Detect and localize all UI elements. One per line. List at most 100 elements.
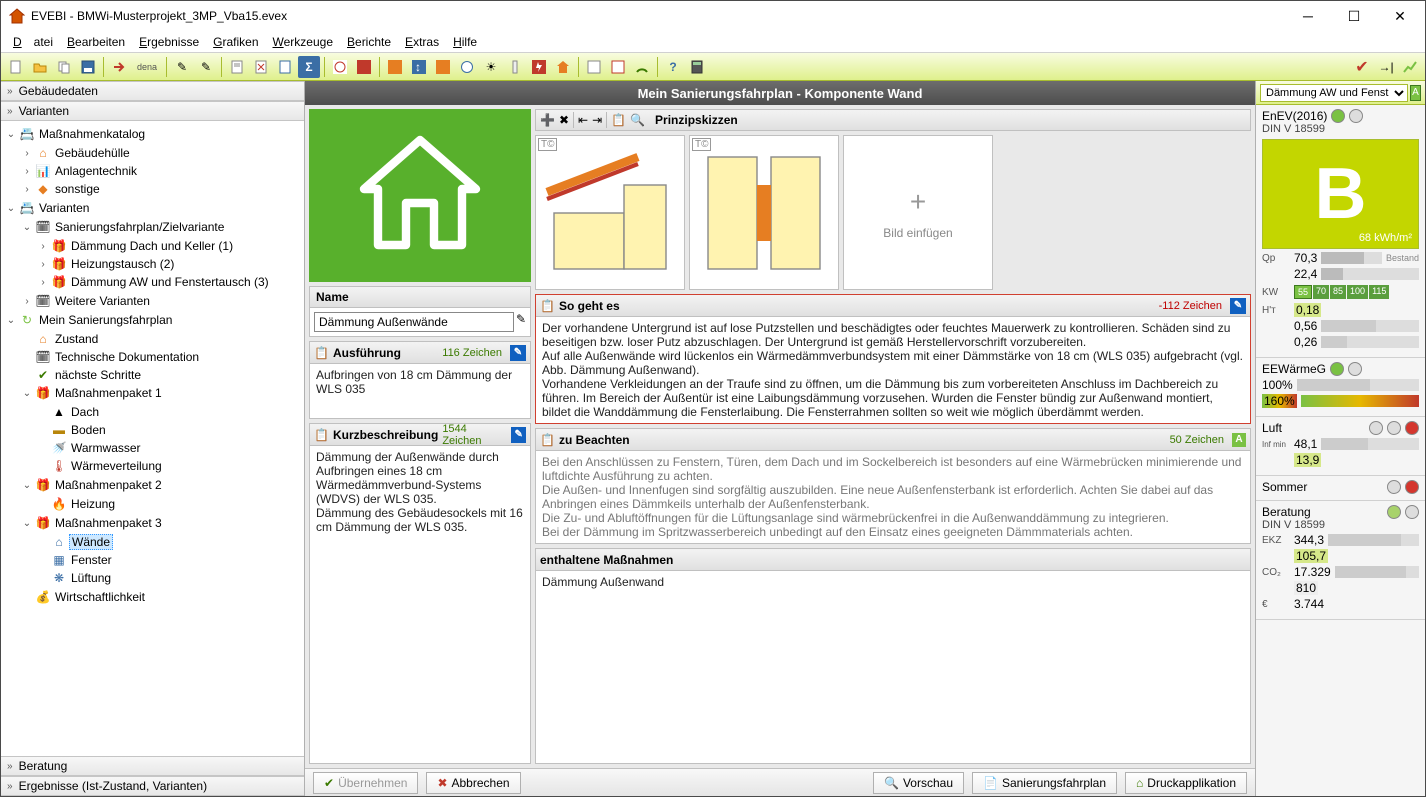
tb-arc[interactable]	[631, 56, 653, 78]
tree-daemmung-aw-fenster[interactable]: Dämmung AW und Fenstertausch (3)	[69, 275, 271, 289]
tb-o2[interactable]: ↕	[408, 56, 430, 78]
card-ausfuehrung: 📋Ausführung116 Zeichen✎ Aufbringen von 1…	[309, 341, 531, 419]
thumb-add[interactable]: + Bild einfügen	[843, 135, 993, 290]
thumb-2[interactable]: T©	[689, 135, 839, 290]
tree-wirtschaftlichkeit[interactable]: Wirtschaftlichkeit	[53, 590, 147, 604]
tree-zustand[interactable]: Zustand	[53, 332, 100, 346]
tb-therm[interactable]	[504, 56, 526, 78]
tb-check[interactable]: ✔	[1351, 56, 1373, 78]
tree-sanierungsfahrplan-ziel[interactable]: Sanierungsfahrplan/Zielvariante	[53, 220, 226, 234]
menu-bearbeiten[interactable]: Bearbeiten	[61, 33, 131, 51]
tb-bolt[interactable]	[528, 56, 550, 78]
tb-doc3[interactable]	[274, 56, 296, 78]
tree-paket-3[interactable]: Maßnahmenpaket 3	[53, 516, 164, 530]
tb-save[interactable]	[77, 56, 99, 78]
tb-doc1[interactable]	[226, 56, 248, 78]
ausf-edit-icon[interactable]: ✎	[510, 345, 526, 361]
tree-mein-sanierungsfahrplan[interactable]: Mein Sanierungsfahrplan	[37, 313, 174, 327]
sk-del[interactable]: ✖	[559, 113, 569, 127]
tb-run[interactable]	[108, 56, 130, 78]
sk-right[interactable]: ⇥	[592, 113, 602, 127]
toolbar: dena ✎ ✎ Σ ↕ ☀ ? ✔ →|	[1, 53, 1425, 81]
minimize-button[interactable]: ─	[1285, 1, 1331, 31]
btn-uebernehmen[interactable]: ✔Übernehmen	[313, 772, 418, 794]
so-edit-icon[interactable]: ✎	[1230, 298, 1246, 314]
tree-tech-dok[interactable]: Technische Dokumentation	[53, 350, 201, 364]
tb-fan[interactable]	[456, 56, 478, 78]
tree-paket-2[interactable]: Maßnahmenpaket 2	[53, 478, 164, 492]
tree-daemmung-dach-keller[interactable]: Dämmung Dach und Keller (1)	[69, 239, 235, 253]
tb-copy[interactable]	[53, 56, 75, 78]
menu-werkzeuge[interactable]: Werkzeuge	[267, 33, 339, 51]
sk-search[interactable]: 🔍	[630, 113, 645, 127]
tb-o3[interactable]	[432, 56, 454, 78]
tb-r2[interactable]	[353, 56, 375, 78]
tree-waende[interactable]: Wände	[69, 534, 113, 550]
btn-sanierungsfahrplan[interactable]: 📄Sanierungsfahrplan	[972, 772, 1117, 794]
tb-chart[interactable]	[1399, 56, 1421, 78]
tree-paket-1[interactable]: Maßnahmenpaket 1	[53, 386, 164, 400]
menu-hilfe[interactable]: Hilfe	[447, 33, 483, 51]
sk-add[interactable]: ➕	[540, 113, 555, 127]
tb-new[interactable]	[5, 56, 27, 78]
menu-datei[interactable]: Datei	[7, 33, 59, 51]
tree-view[interactable]: ⌄📇Maßnahmenkatalog ›⌂Gebäudehülle ›📊Anla…	[1, 121, 304, 756]
btn-abbrechen[interactable]: ✖Abbrechen	[426, 772, 520, 794]
tb-arrow[interactable]: →|	[1375, 56, 1397, 78]
tree-naechste-schritte[interactable]: nächste Schritte	[53, 368, 143, 382]
btn-druckapplikation[interactable]: ⌂Druckapplikation	[1125, 772, 1247, 794]
tb-sun[interactable]: ☀	[480, 56, 502, 78]
center-pane: Mein Sanierungsfahrplan - Komponente Wan…	[305, 81, 1255, 796]
tree-dach[interactable]: Dach	[69, 405, 101, 419]
acc-gebaeudedaten[interactable]: »Gebäudedaten	[1, 81, 304, 101]
variant-dropdown[interactable]: Dämmung AW und Fenst	[1260, 84, 1408, 102]
ber-sub: DIN V 18599	[1262, 519, 1419, 531]
menu-grafiken[interactable]: Grafiken	[207, 33, 264, 51]
tree-weitere-varianten[interactable]: Weitere Varianten	[53, 294, 152, 308]
sketch-label: Prinzipskizzen	[655, 113, 738, 127]
menu-berichte[interactable]: Berichte	[341, 33, 397, 51]
right-top: Dämmung AW und Fenst A	[1256, 81, 1425, 105]
tree-massnahmenkatalog[interactable]: Maßnahmenkatalog	[37, 127, 147, 141]
tree-lueftung[interactable]: Lüftung	[69, 571, 113, 585]
tree-boden[interactable]: Boden	[69, 423, 108, 437]
menu-extras[interactable]: Extras	[399, 33, 445, 51]
tree-heizung[interactable]: Heizung	[69, 497, 117, 511]
acc-beratung[interactable]: »Beratung	[1, 756, 304, 776]
tree-fenster[interactable]: Fenster	[69, 553, 114, 567]
tb-help[interactable]: ?	[662, 56, 684, 78]
tree-gebaeudehuelle[interactable]: Gebäudehülle	[53, 146, 132, 160]
tb-edit[interactable]: ✎	[171, 56, 193, 78]
kurz-edit-icon[interactable]: ✎	[511, 427, 526, 443]
tree-waermeverteilung[interactable]: Wärmeverteilung	[69, 459, 164, 473]
acc-ergebnisse[interactable]: »Ergebnisse (Ist-Zustand, Varianten)	[1, 776, 304, 796]
tree-anlagentechnik[interactable]: Anlagentechnik	[53, 164, 139, 178]
tree-sonstige[interactable]: sonstige	[53, 182, 102, 196]
tb-o1[interactable]	[384, 56, 406, 78]
tb-house[interactable]	[552, 56, 574, 78]
tb-list2[interactable]	[607, 56, 629, 78]
sk-copy[interactable]: 📋	[611, 113, 626, 127]
menu-ergebnisse[interactable]: Ergebnisse	[133, 33, 205, 51]
thumb-1[interactable]: T©	[535, 135, 685, 290]
btn-vorschau[interactable]: 🔍Vorschau	[873, 772, 964, 794]
tb-list1[interactable]	[583, 56, 605, 78]
sk-left[interactable]: ⇤	[578, 113, 588, 127]
name-edit-icon[interactable]: ✎	[516, 312, 526, 332]
tree-heizungstausch[interactable]: Heizungstausch (2)	[69, 257, 176, 271]
name-input[interactable]	[314, 312, 514, 332]
tb-sigma[interactable]: Σ	[298, 56, 320, 78]
kw-chips: 55 70 85 100 115	[1294, 285, 1389, 299]
tb-open[interactable]	[29, 56, 51, 78]
tb-r1[interactable]	[329, 56, 351, 78]
tb-doc2[interactable]	[250, 56, 272, 78]
tb-wand[interactable]: ✎	[195, 56, 217, 78]
name-label: Name	[310, 287, 530, 308]
tree-varianten[interactable]: Varianten	[37, 201, 91, 215]
maximize-button[interactable]: ☐	[1331, 1, 1377, 31]
close-button[interactable]: ✕	[1377, 1, 1423, 31]
tb-calc[interactable]	[686, 56, 708, 78]
acc-varianten[interactable]: »Varianten	[1, 101, 304, 121]
tree-warmwasser[interactable]: Warmwasser	[69, 441, 143, 455]
tb-dena[interactable]: dena	[132, 56, 162, 78]
